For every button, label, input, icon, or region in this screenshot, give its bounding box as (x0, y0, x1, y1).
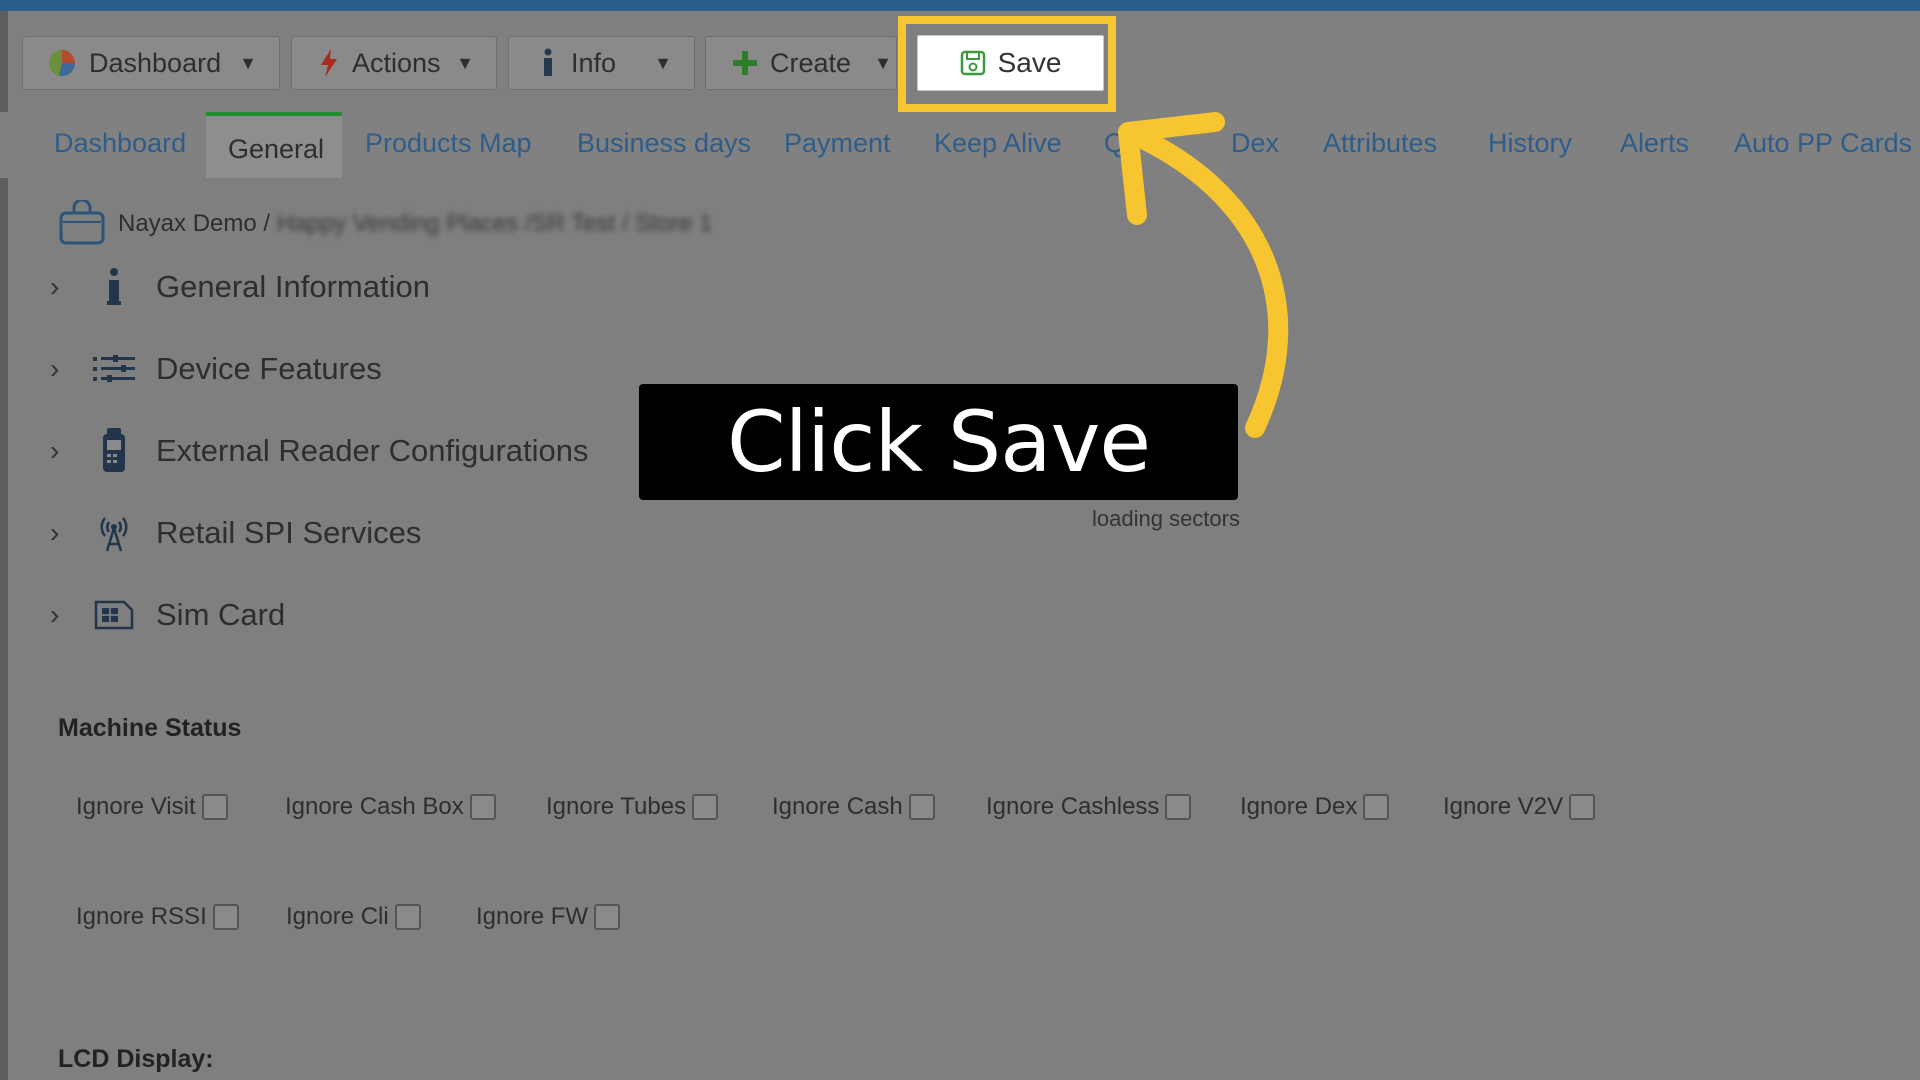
curved-arrow-icon (1118, 112, 1289, 438)
instruction-callout: Click Save (639, 384, 1238, 500)
instruction-text: Click Save (726, 393, 1151, 491)
